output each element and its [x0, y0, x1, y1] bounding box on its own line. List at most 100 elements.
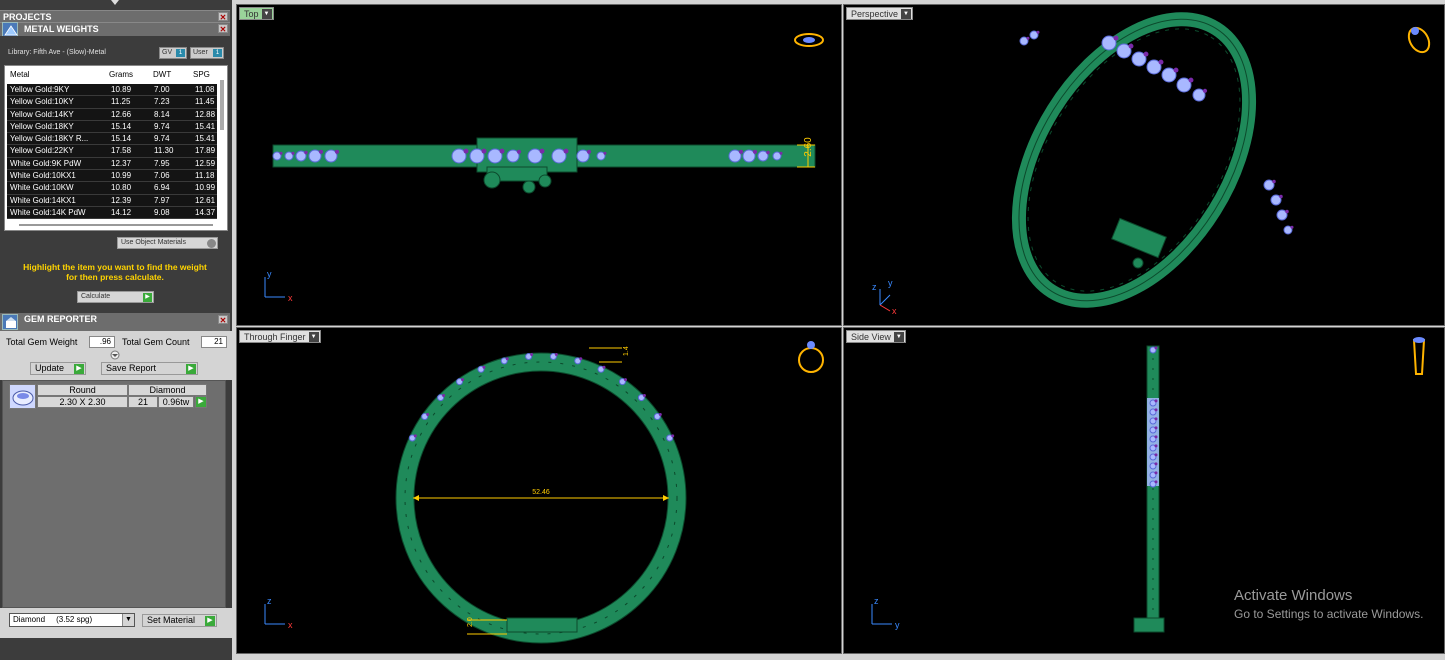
material-select[interactable]: Diamond (3.52 spg) ▼ — [9, 613, 135, 627]
total-gem-count-field[interactable]: 21 — [201, 336, 227, 348]
table-row[interactable]: White Gold:9K PdW 12.37 7.95 12.59 — [7, 157, 217, 171]
prong — [499, 148, 505, 154]
use-object-materials-checkbox[interactable]: Use Object Materials — [117, 237, 218, 249]
save-report-button[interactable]: Save Report ▶ — [101, 362, 198, 375]
top-viewport[interactable]: 2.60 y x Top ▼ — [236, 4, 842, 326]
close-icon[interactable]: ✕ — [218, 315, 228, 325]
gem-size: 2.30 X 2.30 — [37, 396, 128, 408]
left-panel: PROJECTS ✕ METAL WEIGHTS ✕ Library: Fift… — [0, 0, 232, 660]
table-cell: 12.59 — [195, 158, 216, 168]
ring-side-thumbnail-icon[interactable] — [1412, 337, 1426, 375]
table-row[interactable]: White Gold:14KX1 12.39 7.97 12.61 — [7, 194, 217, 207]
prong — [779, 151, 783, 155]
prong — [516, 149, 522, 154]
top-view-dropdown[interactable]: Top ▼ — [239, 7, 274, 20]
metal-rows: Yellow Gold:9KY 10.89 7.00 11.08 Yellow Gold… — [7, 84, 217, 220]
table-row[interactable]: White Gold:14K PdW 14.12 9.08 14.37 — [7, 206, 217, 220]
metal-weights-header[interactable]: METAL WEIGHTS ✕ — [0, 22, 230, 36]
prong — [602, 365, 606, 369]
table-row[interactable]: Yellow Gold:14KY 12.66 8.14 12.88 — [7, 108, 217, 121]
total-gem-weight-field[interactable]: .96 — [89, 336, 115, 348]
prong — [1154, 408, 1158, 412]
table-cell: 7.95 — [154, 158, 170, 168]
ring-front-thumbnail-icon[interactable] — [798, 341, 824, 373]
update-button[interactable]: Update ▶ — [30, 362, 86, 375]
table-cell: 11.18 — [195, 171, 215, 181]
table-row[interactable]: White Gold:10KX1 10.99 7.06 11.18 — [7, 170, 217, 183]
prong — [530, 352, 534, 356]
side-viewport[interactable]: z y Side View ▼ Activate Windows Go to Se… — [843, 327, 1445, 654]
prong — [334, 149, 340, 154]
prong — [1154, 399, 1158, 403]
gem-row[interactable]: Round 2.30 X 2.30 Diamond 21 0.96tw ▶ — [9, 384, 209, 410]
perspective-viewport[interactable]: z y x Perspective ▼ — [843, 4, 1445, 326]
projects-header[interactable]: PROJECTS ✕ — [0, 10, 230, 22]
prong — [1154, 462, 1158, 466]
table-cell: 15.14 — [111, 121, 132, 131]
prong — [1279, 194, 1283, 199]
table-row[interactable]: Yellow Gold:10KY 11.25 7.23 11.45 — [7, 96, 217, 109]
table-row[interactable]: White Gold:10KW 10.80 6.94 10.99 — [7, 182, 217, 195]
top-dimension-label: 2.60 — [803, 137, 814, 157]
perspective-view-dropdown[interactable]: Perspective ▼ — [846, 7, 914, 20]
table-cell: 12.39 — [111, 195, 132, 205]
user-toggle-label: User — [193, 49, 208, 56]
table-cell: White Gold:14K PdW — [10, 207, 86, 217]
table-cell: 9.08 — [154, 207, 170, 217]
column-header-metal[interactable]: Metal — [10, 70, 30, 79]
save-report-label: Save Report — [106, 363, 157, 373]
column-header-spg[interactable]: SPG — [193, 70, 210, 79]
gem-weight: 0.96tw — [158, 396, 194, 408]
calculate-label: Calculate — [81, 293, 111, 300]
prong — [1154, 346, 1158, 350]
update-label: Update — [35, 363, 65, 373]
close-icon[interactable]: ✕ — [218, 12, 228, 22]
prong — [658, 412, 662, 416]
set-material-button[interactable]: Set Material ▶ — [142, 614, 217, 627]
prong — [623, 378, 627, 382]
column-header-grams[interactable]: Grams — [109, 70, 133, 79]
table-cell: 11.08 — [195, 85, 215, 94]
table-row[interactable]: Yellow Gold:18KY 15.14 9.74 15.41 — [7, 120, 217, 134]
horizontal-scrollbar[interactable] — [19, 224, 213, 226]
table-cell: 10.89 — [111, 85, 132, 94]
prong — [1188, 77, 1194, 83]
svg-text:y: y — [888, 278, 893, 288]
collapse-arrow-icon[interactable] — [108, 0, 122, 6]
table-cell: 9.74 — [154, 134, 170, 144]
ring-top-thumbnail-icon[interactable] — [794, 33, 824, 47]
through-finger-view-dropdown[interactable]: Through Finger ▼ — [239, 330, 321, 343]
ring-perspective-thumbnail-icon[interactable] — [1405, 24, 1434, 56]
svg-text:x: x — [892, 306, 897, 316]
hint-line-1: Highlight the item you want to find the … — [23, 262, 207, 272]
side-view-dropdown[interactable]: Side View ▼ — [846, 330, 906, 343]
table-cell: 12.61 — [195, 195, 216, 205]
prong — [442, 393, 446, 397]
table-cell: 11.30 — [154, 146, 174, 156]
through-finger-viewport[interactable]: 52.46 1.4 2.0 z x Through Finger ▼ — [236, 327, 842, 654]
table-row[interactable]: Yellow Gold:9KY 10.89 7.00 11.08 — [7, 84, 217, 97]
splitter-handle-icon[interactable] — [110, 350, 120, 360]
chevron-down-icon: ▼ — [261, 9, 272, 19]
table-cell: Yellow Gold:10KY — [10, 97, 74, 107]
table-cell: 7.06 — [154, 171, 170, 181]
gem-reporter-header[interactable]: GEM REPORTER ✕ — [0, 313, 230, 331]
column-header-dwt[interactable]: DWT — [153, 70, 171, 79]
user-toggle[interactable]: User 1 — [190, 47, 224, 59]
prong — [642, 393, 646, 397]
table-row[interactable]: Yellow Gold:18KY R... 15.14 9.74 15.41 — [7, 133, 217, 146]
gem-expand-button[interactable]: ▶ — [195, 396, 207, 408]
calculate-button[interactable]: Calculate ▶ — [77, 291, 154, 303]
through-finger-view-label: Through Finger — [244, 332, 306, 342]
gem-count: 21 — [128, 396, 158, 408]
table-cell: White Gold:10KX1 — [10, 171, 76, 181]
prong — [1154, 426, 1158, 430]
round-gem-icon — [9, 384, 36, 409]
close-icon[interactable]: ✕ — [218, 24, 228, 34]
table-row[interactable]: Yellow Gold:22KY 17.58 11.30 17.89 — [7, 145, 217, 158]
gv-toggle[interactable]: GV 1 — [159, 47, 187, 59]
prong — [291, 151, 295, 155]
prong — [579, 357, 583, 361]
svg-text:z: z — [874, 596, 879, 606]
vertical-scrollbar[interactable] — [220, 80, 224, 130]
